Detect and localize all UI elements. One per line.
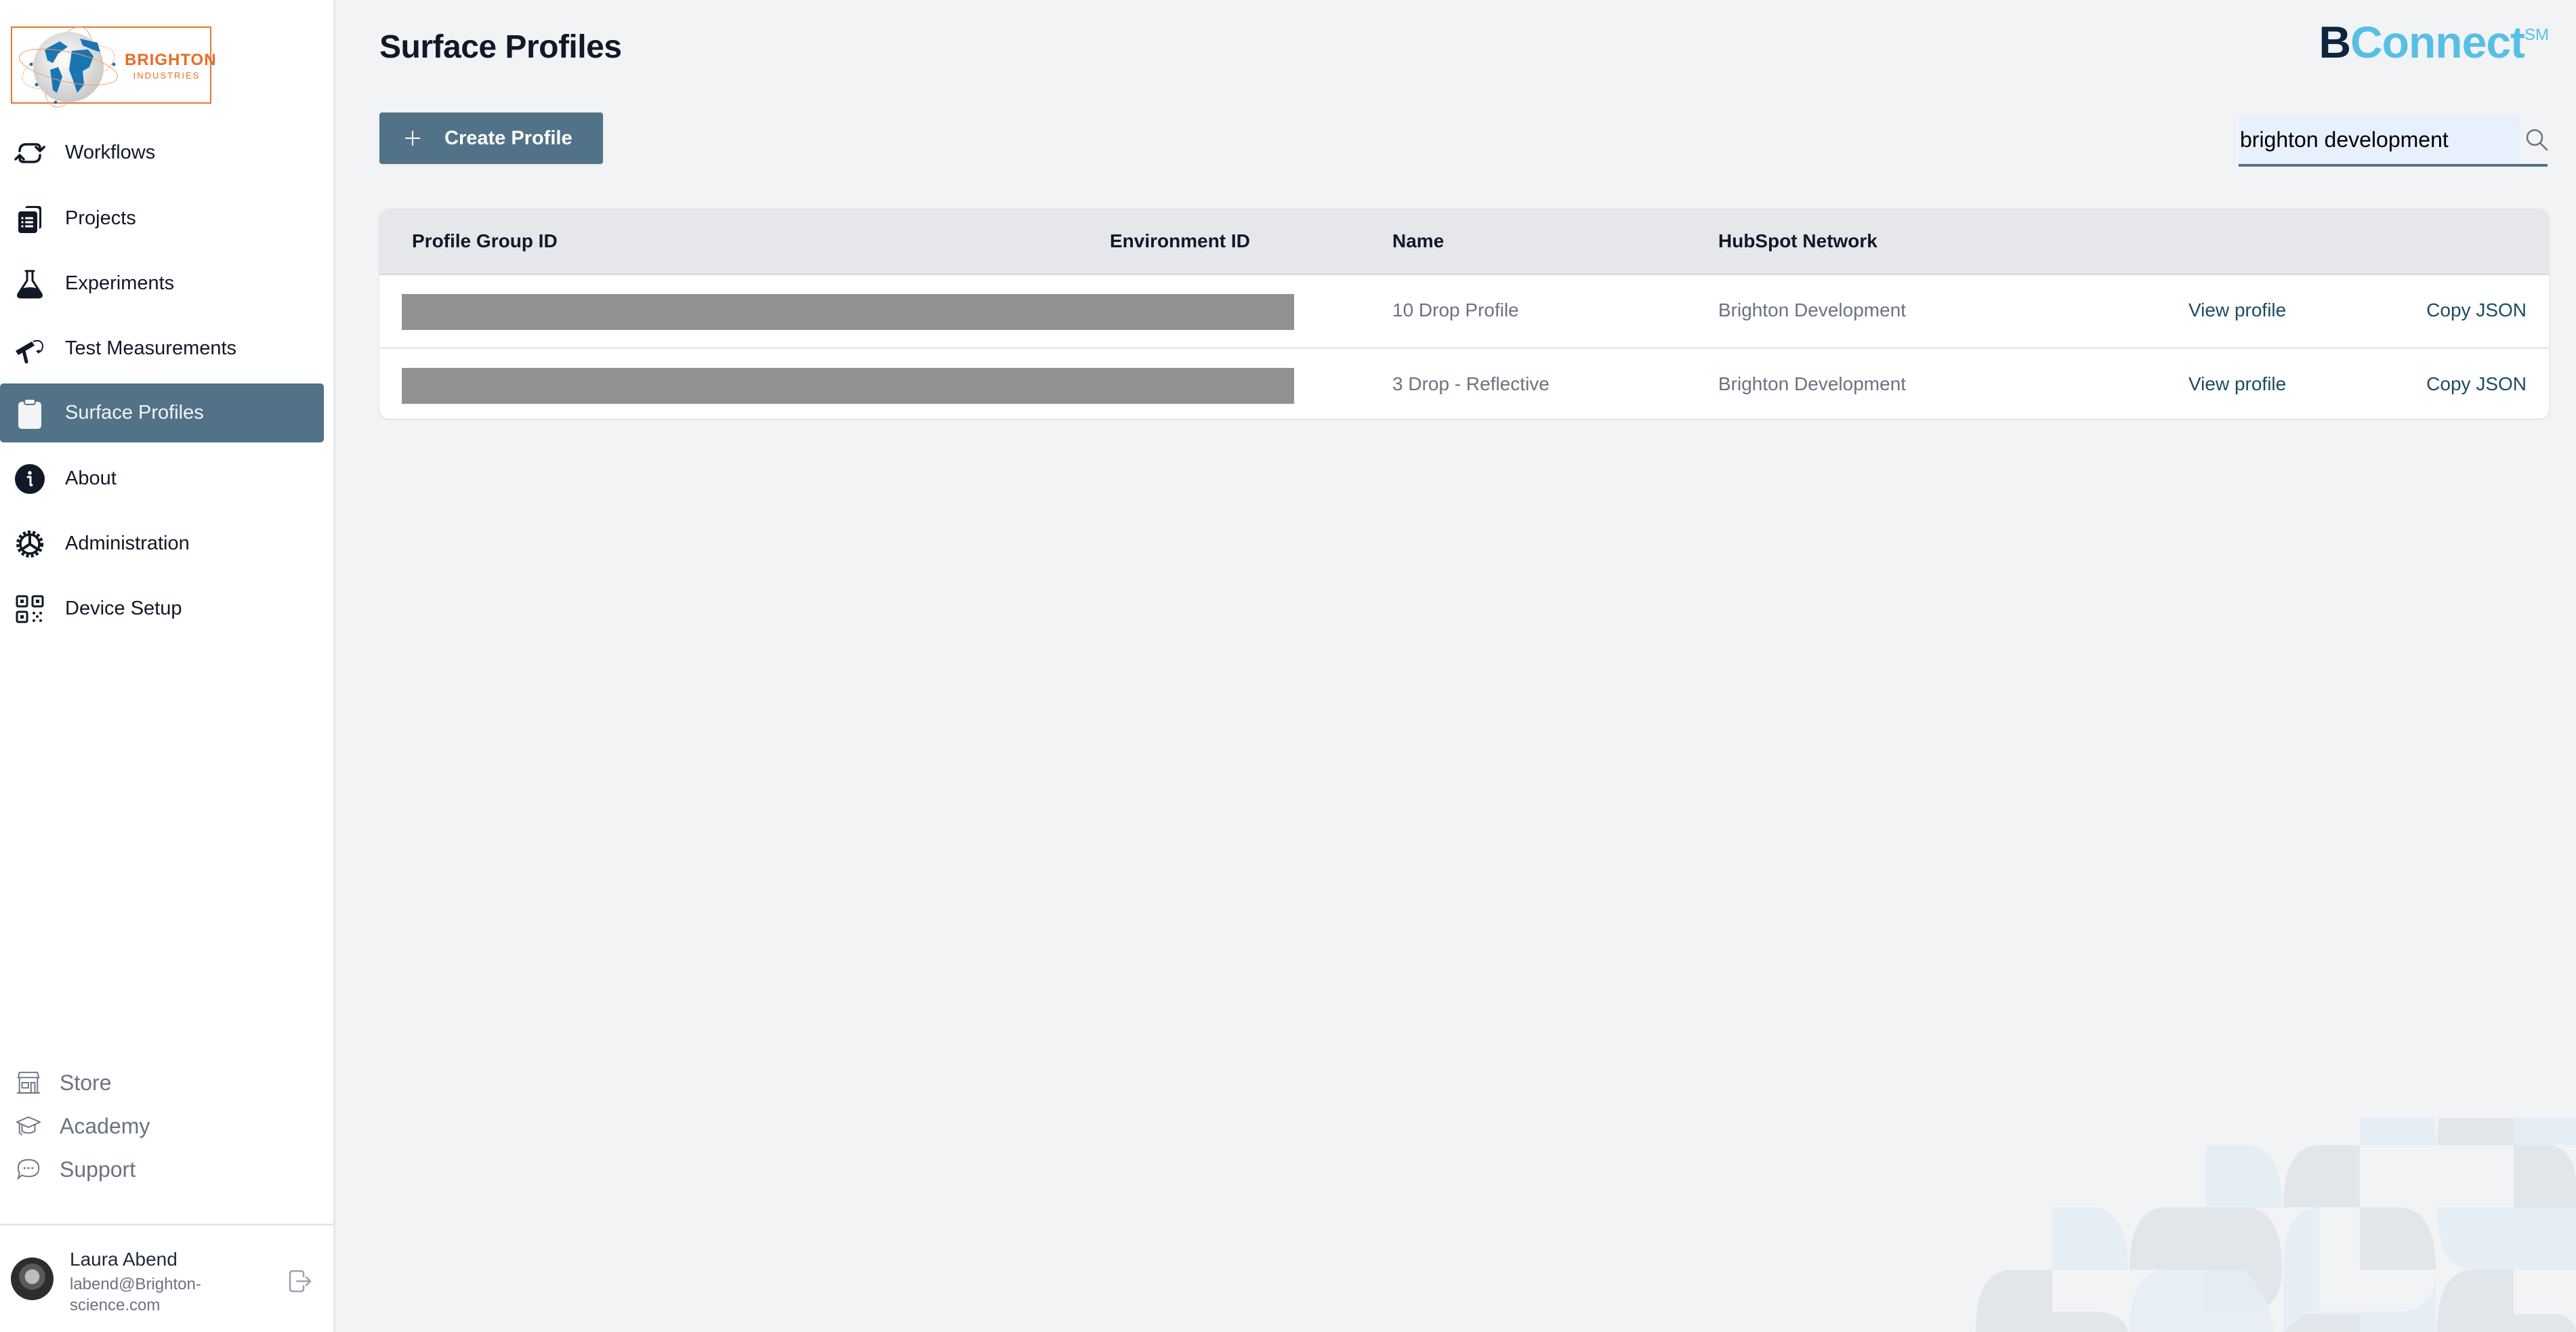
sidebar-item-label: Device Setup — [65, 598, 182, 619]
logout-icon — [289, 1270, 312, 1293]
sidebar: BRIGHTON INDUSTRIES Workflows Projects E… — [0, 0, 335, 1332]
sidebar-item-label: Experiments — [65, 272, 175, 294]
redacted-id-block — [402, 368, 1294, 404]
flask-icon — [12, 266, 47, 301]
brighton-logo[interactable]: BRIGHTON INDUSTRIES — [11, 26, 217, 108]
sidebar-item-label: Workflows — [65, 142, 156, 163]
column-header-profile-group-id[interactable]: Profile Group ID — [412, 230, 558, 252]
sidebar-item-administration[interactable]: Administration — [0, 514, 324, 573]
table-row[interactable]: 3 Drop - Reflective Brighton Development… — [379, 347, 2549, 419]
profiles-table: Profile Group ID Environment ID Name Hub… — [379, 209, 2549, 419]
measurement-device-icon — [12, 331, 47, 367]
graduation-cap-icon — [15, 1112, 42, 1140]
column-header-environment-id[interactable]: Environment ID — [1110, 230, 1250, 252]
sidebar-item-label: Store — [60, 1070, 112, 1095]
projects-clipboard-icon — [12, 201, 47, 236]
copy-json-link[interactable]: Copy JSON — [2426, 299, 2527, 321]
sidebar-item-label: Administration — [65, 533, 190, 554]
logo-brand-name: BRIGHTON — [125, 51, 217, 69]
hubspot-network: Brighton Development — [1718, 373, 1907, 394]
sidebar-item-surface-profiles[interactable]: Surface Profiles — [0, 383, 324, 442]
redacted-id-block — [402, 294, 1294, 330]
sidebar-item-label: About — [65, 467, 117, 489]
create-profile-label: Create Profile — [444, 127, 573, 149]
copy-json-link[interactable]: Copy JSON — [2426, 373, 2527, 395]
page-title: Surface Profiles — [379, 29, 622, 65]
sidebar-item-store[interactable]: Store — [15, 1069, 111, 1096]
column-header-hubspot-network[interactable]: HubSpot Network — [1718, 230, 1877, 252]
sidebar-item-label: Support — [60, 1157, 136, 1182]
user-name: Laura Abend — [70, 1249, 178, 1270]
info-icon — [12, 461, 47, 497]
table-header: Profile Group ID Environment ID Name Hub… — [379, 209, 2549, 275]
sidebar-item-label: Surface Profiles — [65, 402, 204, 423]
profile-name: 10 Drop Profile — [1392, 299, 1519, 320]
decorative-pattern — [1976, 1118, 2576, 1332]
view-profile-link[interactable]: View profile — [2188, 299, 2286, 321]
logout-button[interactable] — [285, 1266, 314, 1295]
table-row[interactable]: 10 Drop Profile Brighton Development Vie… — [379, 275, 2549, 347]
sidebar-item-academy[interactable]: Academy — [15, 1112, 150, 1140]
sidebar-item-workflows[interactable]: Workflows — [0, 123, 324, 182]
search-icon[interactable] — [2525, 127, 2549, 152]
profile-name: 3 Drop - Reflective — [1392, 373, 1550, 394]
sidebar-item-label: Academy — [60, 1113, 150, 1138]
brand-service-mark: SM — [2525, 26, 2549, 44]
search-field — [2239, 115, 2548, 167]
sidebar-item-test-measurements[interactable]: Test Measurements — [0, 319, 324, 378]
user-divider — [0, 1224, 334, 1226]
user-email: labend@Brighton-science.com — [70, 1275, 201, 1314]
search-input[interactable] — [2239, 115, 2520, 164]
logo-brand-subtitle: INDUSTRIES — [133, 70, 201, 81]
brand-prefix: B — [2319, 17, 2351, 67]
qr-code-icon — [12, 591, 47, 627]
sidebar-item-label: Projects — [65, 207, 136, 229]
sidebar-item-about[interactable]: About — [0, 449, 324, 508]
avatar[interactable] — [11, 1257, 54, 1300]
brand-main: Connect — [2350, 17, 2525, 67]
globe-icon — [18, 26, 119, 108]
create-profile-button[interactable]: Create Profile — [379, 112, 603, 164]
gear-icon — [12, 526, 47, 562]
chat-bubble-icon — [15, 1156, 42, 1183]
workflow-cycle-icon — [12, 136, 47, 171]
sidebar-item-device-setup[interactable]: Device Setup — [0, 579, 324, 638]
clipboard-icon — [12, 396, 47, 431]
view-profile-link[interactable]: View profile — [2188, 373, 2286, 395]
store-icon — [15, 1069, 42, 1096]
sidebar-item-experiments[interactable]: Experiments — [0, 254, 324, 313]
plus-icon — [405, 131, 420, 146]
sidebar-item-label: Test Measurements — [65, 337, 237, 359]
sidebar-item-projects[interactable]: Projects — [0, 189, 324, 248]
hubspot-network: Brighton Development — [1718, 299, 1907, 320]
sidebar-item-support[interactable]: Support — [15, 1156, 136, 1183]
bconnect-logo: BConnectSM — [2319, 16, 2549, 68]
column-header-name[interactable]: Name — [1392, 230, 1444, 252]
logo-text: BRIGHTON INDUSTRIES — [125, 51, 217, 81]
